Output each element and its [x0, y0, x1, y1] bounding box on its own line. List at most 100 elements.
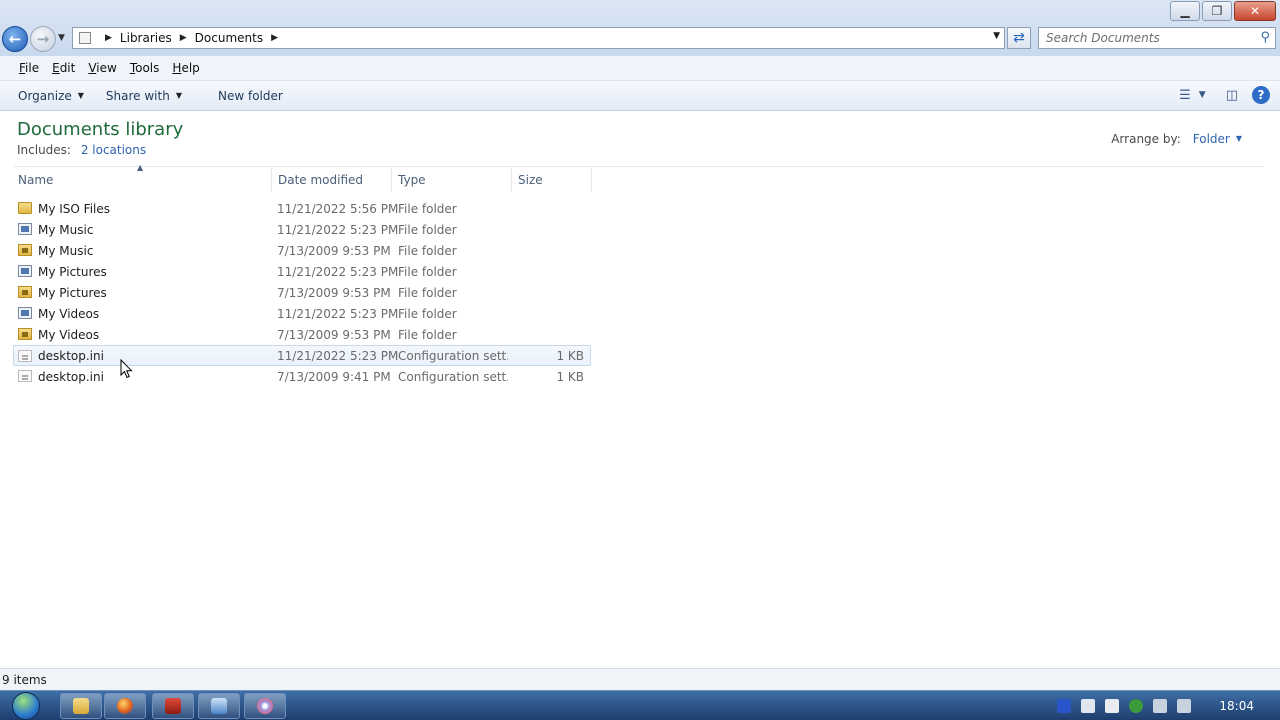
maximize-button[interactable]: ❐ [1202, 1, 1232, 21]
document-icon[interactable] [1081, 699, 1096, 713]
keyboard-layout-icon[interactable] [1057, 699, 1072, 713]
search-box[interactable]: ⚲ [1038, 27, 1276, 49]
file-name: My Videos [38, 306, 100, 321]
file-row[interactable]: My Pictures 11/21/2022 5:23 PM File fold… [14, 261, 590, 282]
taskbar-explorer[interactable] [60, 693, 102, 719]
preview-pane-icon[interactable]: ◫ [1226, 88, 1238, 103]
taskbar-firefox[interactable] [104, 693, 146, 719]
taskbar-disc-app[interactable] [244, 693, 286, 719]
file-date: 7/13/2009 9:53 PM [277, 327, 391, 342]
column-header-type[interactable]: Type [394, 169, 512, 191]
breadcrumb-separator-icon[interactable]: ▶ [105, 33, 112, 43]
file-row[interactable]: desktop.ini 7/13/2009 9:41 PM Configurat… [14, 366, 590, 387]
arrow-left-icon: ← [8, 30, 22, 48]
taskbar-media-app[interactable] [152, 693, 194, 719]
arrange-by-value[interactable]: Folder [1193, 132, 1230, 146]
close-button[interactable]: ✕ [1234, 1, 1276, 21]
change-view-icon[interactable]: ☰ [1179, 88, 1191, 103]
file-type: File folder [398, 306, 457, 321]
file-row[interactable]: My Music 7/13/2009 9:53 PM File folder [14, 240, 590, 261]
file-date: 7/13/2009 9:53 PM [277, 285, 391, 300]
item-count: 9 items [2, 673, 47, 687]
new-folder-label: New folder [217, 88, 283, 103]
file-size: 1 KB [556, 348, 584, 363]
file-row[interactable]: My Videos 11/21/2022 5:23 PM File folder [14, 303, 590, 324]
system-tray: 18:04 [1047, 691, 1280, 720]
menu-edit[interactable]: Edit [52, 61, 75, 75]
breadcrumb-libraries[interactable]: Libraries [120, 31, 172, 45]
chevron-down-icon: ▼ [175, 91, 182, 100]
library-title: Documents library [17, 119, 184, 140]
minimize-button[interactable]: ▁ [1170, 1, 1200, 21]
menu-file[interactable]: File [19, 61, 39, 75]
view-options-dropdown[interactable]: ▼ [1199, 90, 1206, 100]
chevron-down-icon[interactable]: ▼ [1236, 134, 1242, 146]
address-bar[interactable]: ▶ Libraries ▶ Documents ▶ ▼ [72, 27, 1005, 49]
search-icon[interactable]: ⚲ [1260, 30, 1270, 45]
file-row[interactable]: My ISO Files 11/21/2022 5:56 PM File fol… [14, 198, 590, 219]
breadcrumb-separator-icon[interactable]: ▶ [271, 33, 278, 43]
file-row[interactable]: My Music 11/21/2022 5:23 PM File folder [14, 219, 590, 240]
address-history-dropdown[interactable]: ▼ [993, 31, 1000, 41]
refresh-button[interactable]: ⇄ [1007, 27, 1031, 49]
file-date: 7/13/2009 9:41 PM [277, 369, 391, 384]
new-folder-button[interactable]: New folder [218, 89, 283, 103]
security-icon[interactable] [1129, 699, 1144, 713]
ini-file-icon [18, 370, 32, 382]
file-name: My Music [38, 222, 94, 237]
breadcrumb-separator-icon[interactable]: ▶ [180, 33, 187, 43]
file-row[interactable]: My Videos 7/13/2009 9:53 PM File folder [14, 324, 590, 345]
file-size: 1 KB [556, 369, 584, 384]
menu-view[interactable]: View [88, 61, 116, 75]
back-button[interactable]: ← [2, 26, 28, 52]
taskbar-clock[interactable]: 18:04 [1219, 699, 1254, 713]
volume-muted-icon[interactable] [1177, 699, 1192, 713]
status-bar: 9 items [0, 668, 1280, 690]
network-icon[interactable] [1153, 699, 1168, 713]
start-button[interactable] [6, 691, 46, 720]
file-name: My Pictures [38, 285, 107, 300]
file-row[interactable]: desktop.ini 11/21/2022 5:23 PM Configura… [13, 345, 591, 366]
menu-help[interactable]: Help [172, 61, 199, 75]
library-icon [79, 32, 91, 44]
forward-button[interactable]: → [30, 26, 56, 52]
file-date: 11/21/2022 5:23 PM [277, 222, 399, 237]
search-input[interactable] [1046, 31, 1246, 45]
locked-folder-icon [18, 286, 32, 298]
locations-link[interactable]: 2 locations [81, 143, 146, 157]
window-titlebar: ▁ ❐ ✕ ← → ▼ ▶ Libraries ▶ Documents ▶ ▼ … [0, 0, 1280, 56]
share-with-label: Share with [105, 88, 170, 103]
chevron-down-icon: ▼ [77, 91, 84, 100]
shortcut-folder-icon [18, 307, 32, 319]
shortcut-folder-icon [18, 223, 32, 235]
organize-button[interactable]: Organize ▼ [18, 89, 84, 103]
file-name: My Music [38, 243, 94, 258]
file-type: File folder [398, 201, 457, 216]
column-header-date[interactable]: Date modified [274, 169, 392, 191]
file-date: 11/21/2022 5:23 PM [277, 264, 399, 279]
shortcut-folder-icon [18, 265, 32, 277]
recent-pages-dropdown[interactable]: ▼ [58, 33, 65, 43]
file-name: desktop.ini [38, 369, 104, 384]
locked-folder-icon [18, 244, 32, 256]
header-divider [14, 166, 1264, 167]
file-type: File folder [398, 264, 457, 279]
taskbar-remote-desktop[interactable] [198, 693, 240, 719]
share-with-button[interactable]: Share with ▼ [106, 89, 182, 103]
column-header-size[interactable]: Size [514, 169, 592, 191]
menu-tools[interactable]: Tools [130, 61, 160, 75]
includes-label: Includes: [17, 143, 71, 157]
folder-icon [18, 202, 32, 214]
breadcrumb-documents[interactable]: Documents [195, 31, 263, 45]
window-controls: ▁ ❐ ✕ [1168, 1, 1276, 21]
taskbar: 18:04 [0, 690, 1280, 720]
help-icon[interactable]: ? [1252, 86, 1270, 104]
file-row[interactable]: My Pictures 7/13/2009 9:53 PM File folde… [14, 282, 590, 303]
file-type: File folder [398, 327, 457, 342]
ini-file-icon [18, 350, 32, 362]
action-center-flag-icon[interactable] [1105, 699, 1120, 713]
organize-label: Organize [18, 88, 72, 103]
column-header-name[interactable]: Name [14, 169, 272, 191]
file-type: Configuration sett... [398, 348, 508, 363]
refresh-icon: ⇄ [1013, 30, 1025, 46]
